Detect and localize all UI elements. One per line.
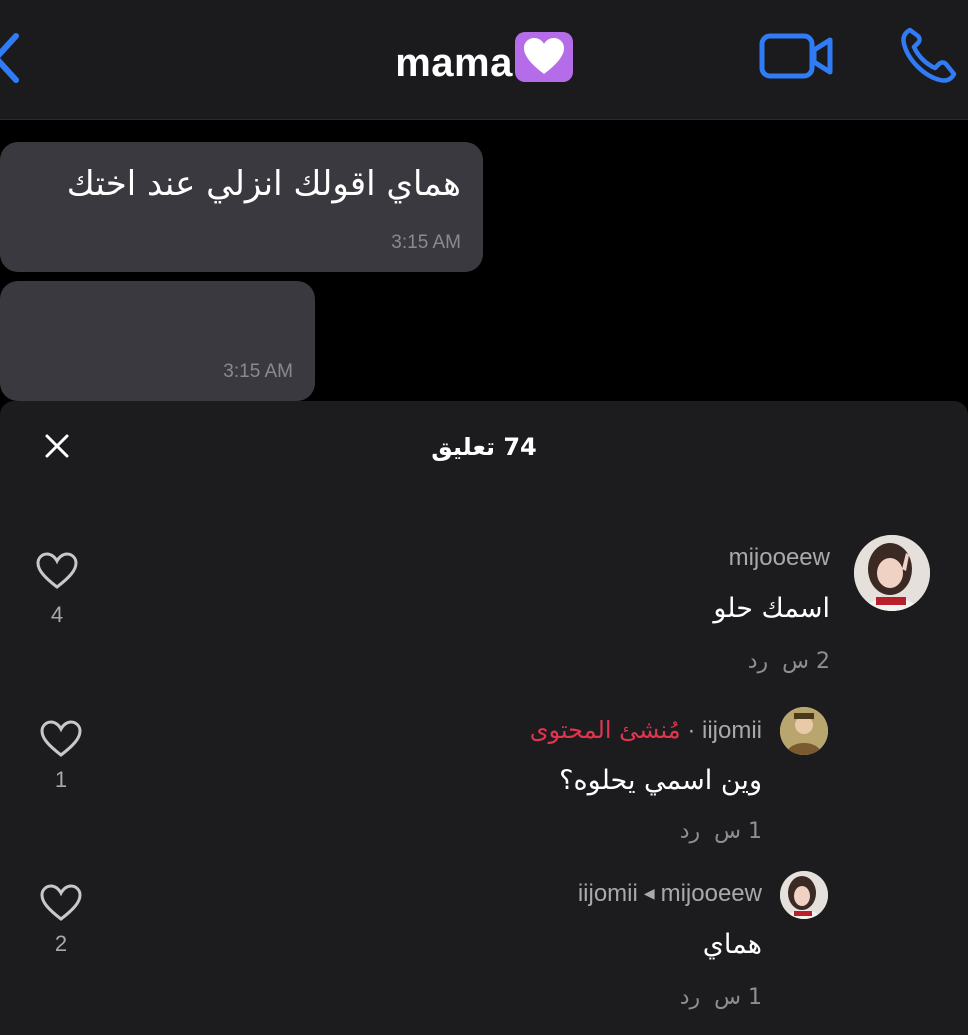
reply-to-username[interactable]: iijomii — [578, 880, 638, 907]
purple-heart-emoji-icon — [514, 32, 573, 82]
separator-dot: · — [687, 717, 696, 744]
avatar[interactable] — [854, 535, 930, 611]
heart-like-icon[interactable] — [40, 720, 82, 758]
reply-button[interactable]: رد — [680, 819, 700, 844]
comment-text: اسمك حلو — [713, 593, 830, 624]
message-bubble[interactable]: هماي اقولك انزلي عند اختك 3:15 AM — [0, 142, 483, 272]
comment-text: وين اسمي يحلوه؟ — [559, 765, 762, 796]
avatar[interactable] — [780, 707, 828, 755]
creator-badge: مُنشئ المحتوى — [529, 716, 681, 744]
reply-button[interactable]: رد — [680, 985, 700, 1010]
comment-username[interactable]: mijooeew — [661, 880, 762, 907]
comment-author-line: مُنشئ المحتوى · iijomii — [530, 716, 762, 745]
comment-username[interactable]: mijooeew — [729, 544, 830, 572]
like-count: 1 — [54, 767, 68, 792]
comment-username[interactable]: iijomii — [702, 717, 762, 744]
reply-arrow-icon: ◀ — [643, 885, 655, 901]
message-text: هماي اقولك انزلي عند اختك — [66, 164, 461, 204]
message-time: 3:15 AM — [391, 232, 461, 253]
comment-age: 2 س — [782, 649, 830, 674]
like-count: 4 — [50, 602, 64, 627]
comment-author-line: iijomii ◀ mijooeew — [578, 880, 762, 908]
message-bubble-redacted[interactable]: 3:15 AM — [0, 281, 315, 401]
avatar[interactable] — [780, 871, 828, 919]
comment-item: iijomii ◀ mijooeew هماي 1 س رد 2 — [0, 867, 968, 1027]
comment-meta: 1 س رد — [680, 985, 762, 1010]
chat-header: mama — [0, 0, 968, 120]
comment-meta: 2 س رد — [748, 649, 830, 674]
comment-item: mijooeew اسمك حلو 2 س رد 4 — [0, 531, 968, 681]
contact-name: mama — [395, 41, 513, 85]
heart-like-icon[interactable] — [40, 884, 82, 922]
comments-sheet: 74 تعليق mijooeew اسمك حلو 2 س رد 4 مُنش… — [0, 401, 968, 1035]
comment-age: 1 س — [714, 819, 762, 844]
message-time: 3:15 AM — [223, 361, 293, 382]
phone-call-icon[interactable] — [896, 22, 964, 86]
reply-button[interactable]: رد — [748, 649, 768, 674]
heart-like-icon[interactable] — [36, 552, 78, 590]
like-count: 2 — [54, 931, 68, 956]
comment-meta: 1 س رد — [680, 819, 762, 844]
comment-text: هماي — [702, 929, 762, 960]
comments-count-title: 74 تعليق — [431, 433, 537, 461]
video-call-icon[interactable] — [758, 30, 836, 82]
comment-age: 1 س — [714, 985, 762, 1010]
comment-item: مُنشئ المحتوى · iijomii وين اسمي يحلوه؟ … — [0, 701, 968, 851]
